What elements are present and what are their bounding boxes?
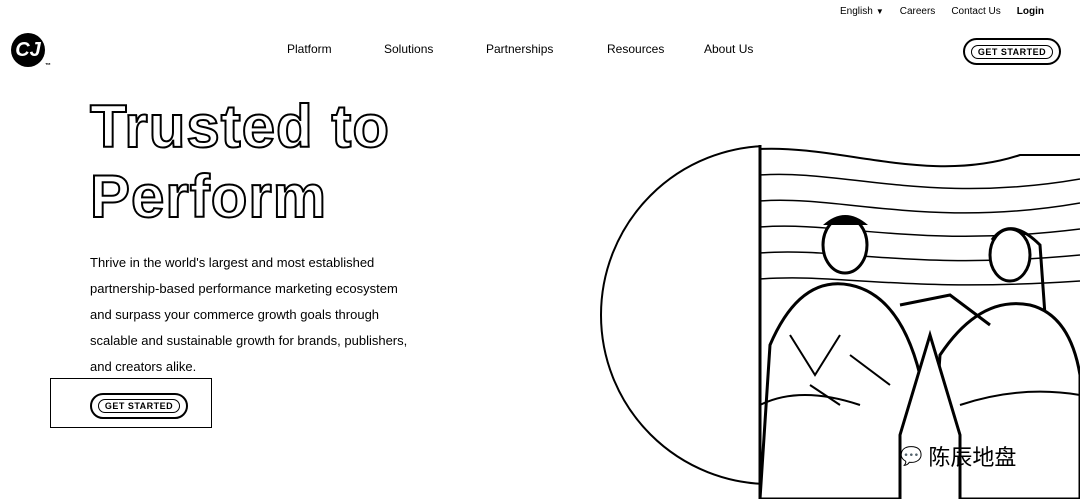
hero-headline: Trusted to Perform	[89, 92, 391, 232]
language-label: English	[840, 6, 873, 17]
logo[interactable]: CJ ™	[11, 33, 51, 69]
watermark: 💬 陈辰地盘	[900, 440, 1016, 472]
nav-resources[interactable]: Resources	[607, 42, 664, 56]
nav-solutions[interactable]: Solutions	[384, 42, 433, 56]
watermark-text: 陈辰地盘	[928, 445, 1017, 470]
hero-headline-line1: Trusted to	[89, 92, 391, 161]
nav-platform[interactable]: Platform	[287, 42, 332, 56]
header-get-started-button[interactable]: GET STARTED	[963, 38, 1061, 65]
hero-get-started-button[interactable]: GET STARTED	[90, 393, 188, 419]
hero-get-started-label: GET STARTED	[97, 399, 181, 413]
utility-nav: English ▼ Careers Contact Us Login	[840, 6, 1044, 17]
wechat-icon: 💬	[900, 445, 923, 466]
nav-partnerships[interactable]: Partnerships	[486, 42, 553, 56]
logo-mark: CJ	[15, 38, 41, 61]
caret-down-icon: ▼	[875, 7, 884, 16]
logo-trademark: ™	[45, 63, 51, 69]
hero-headline-line2: Perform	[89, 162, 328, 231]
contact-link[interactable]: Contact Us	[951, 6, 1000, 17]
language-selector[interactable]: English ▼	[840, 6, 884, 17]
careers-link[interactable]: Careers	[900, 6, 936, 17]
nav-about[interactable]: About Us	[704, 42, 753, 56]
header-get-started-label: GET STARTED	[970, 44, 1054, 59]
hero-description: Thrive in the world's largest and most e…	[90, 255, 408, 374]
login-link[interactable]: Login	[1017, 6, 1044, 17]
